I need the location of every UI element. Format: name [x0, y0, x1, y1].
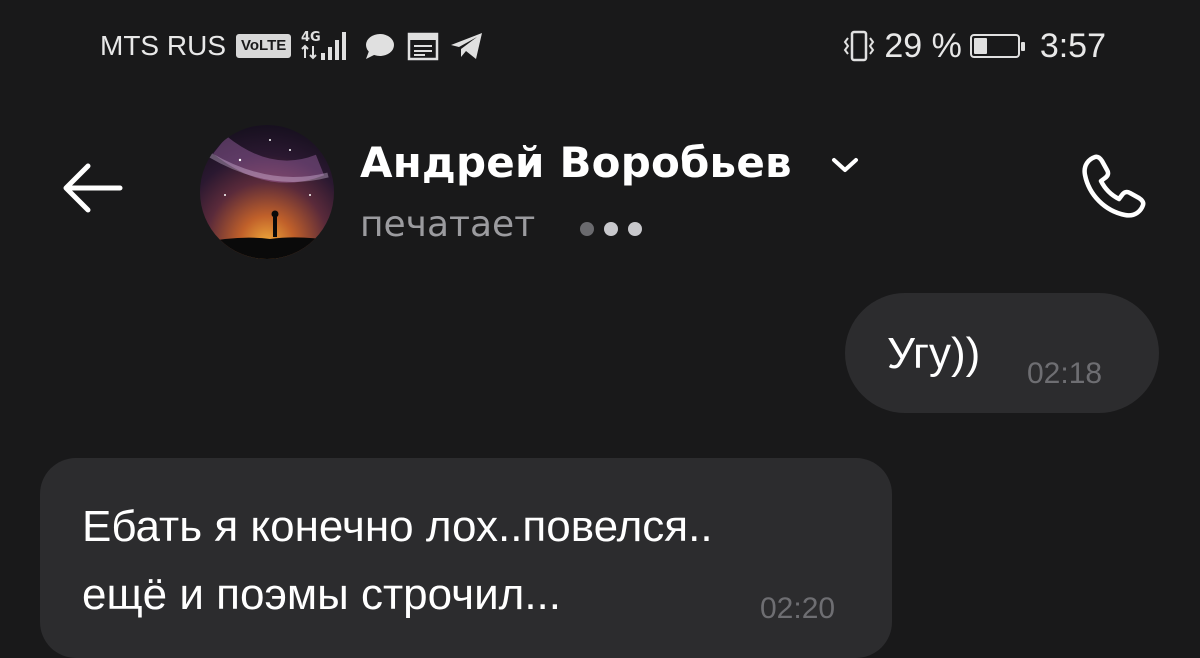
network-type-label: 4G [301, 30, 321, 45]
signal-icon: 4G [301, 28, 353, 64]
back-arrow-icon [63, 163, 123, 213]
message-time: 02:20 [760, 592, 836, 625]
telegram-icon [449, 31, 485, 61]
battery-percent: 29 % [884, 26, 962, 65]
back-button[interactable] [52, 148, 132, 228]
avatar[interactable] [200, 125, 334, 259]
contact-menu-toggle[interactable] [828, 154, 862, 180]
avatar-image [200, 136, 334, 259]
message-text-line: ещё и поэмы строчил... [82, 570, 561, 619]
battery-level-fill [973, 38, 988, 54]
message-time: 02:18 [1027, 357, 1103, 390]
chat-icon [363, 31, 397, 61]
status-bar-left: MTS RUS VoLTE 4G [100, 26, 485, 66]
message-text: Угу)) [887, 329, 981, 378]
typing-dot [580, 222, 594, 236]
call-button[interactable] [1068, 142, 1158, 232]
chat-header: Андрей Воробьев печатает [0, 100, 1200, 280]
vibrate-icon [842, 29, 876, 63]
message-incoming[interactable]: Ебать я конечно лох..повелся.. ещё и поэ… [40, 458, 892, 658]
calendar-icon [407, 31, 439, 61]
message-text-line: Ебать я конечно лох..повелся.. [82, 502, 713, 551]
battery-icon [969, 34, 1025, 58]
contact-name[interactable]: Андрей Воробьев [360, 138, 792, 187]
status-bar: MTS RUS VoLTE 4G 29 % 3:57 [0, 0, 1200, 92]
typing-dot [604, 222, 618, 236]
clock: 3:57 [1039, 26, 1106, 65]
chevron-down-icon [832, 158, 858, 172]
carrier-name: MTS RUS [100, 30, 226, 61]
typing-dot [628, 222, 642, 236]
typing-status: печатает [360, 204, 536, 245]
typing-indicator [580, 222, 642, 236]
phone-icon [1082, 154, 1146, 218]
status-bar-right: 29 % 3:57 [842, 26, 1106, 66]
volte-icon: VoLTE [236, 34, 292, 58]
message-outgoing[interactable]: Угу)) 02:18 [845, 293, 1159, 413]
